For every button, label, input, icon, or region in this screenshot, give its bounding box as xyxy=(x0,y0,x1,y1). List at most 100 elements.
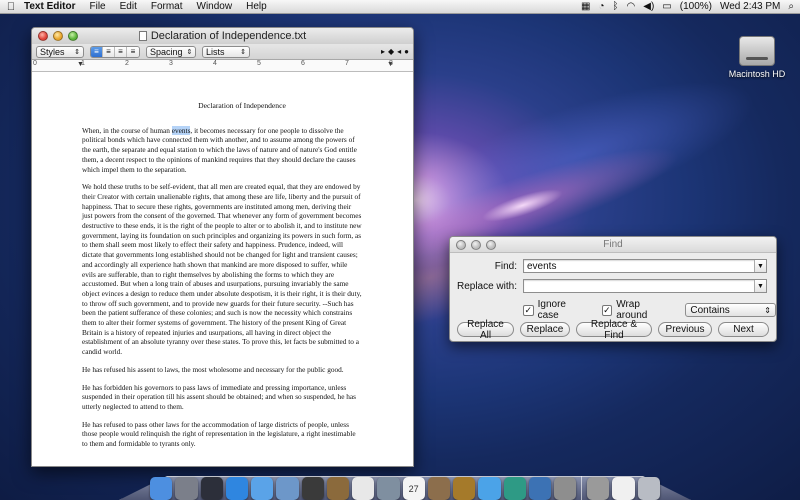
app-store-icon[interactable] xyxy=(225,477,249,500)
find-panel: Find Find: events ▼ Replace with: ▼ ✓ Ig… xyxy=(449,236,777,342)
downloads-icon[interactable] xyxy=(587,477,610,500)
preview-icon[interactable] xyxy=(427,477,451,500)
tab-stop-right-icon[interactable]: ◂ xyxy=(397,47,401,56)
styles-label: Styles xyxy=(40,46,65,57)
launchpad-icon[interactable] xyxy=(175,477,198,500)
menu-clock[interactable]: Wed 2:43 PM xyxy=(720,1,780,12)
apple-menu-icon[interactable]:  xyxy=(0,1,22,13)
drive-label: Macintosh HD xyxy=(728,69,786,79)
ignore-case-checkbox[interactable]: ✓ Ignore case xyxy=(523,299,588,321)
window-title-text: Declaration of Independence.txt xyxy=(150,30,307,42)
match-mode-select[interactable]: Contains ⇕ xyxy=(685,303,776,317)
itunes-icon[interactable] xyxy=(478,477,501,500)
tab-stop-center-icon[interactable]: ◆ xyxy=(388,47,394,56)
time-machine-icon[interactable] xyxy=(503,477,526,500)
replace-label: Replace with: xyxy=(456,280,517,292)
paragraph: When, in the course of human events, it … xyxy=(82,125,362,175)
editor-window: Declaration of Independence.txt Styles ⇕… xyxy=(31,27,414,467)
ruler-number: 2 xyxy=(125,60,129,67)
text-run: When, in the course of human xyxy=(82,125,172,135)
options-row: ✓ Ignore case ✓ Wrap around Contains ⇕ xyxy=(523,299,776,321)
menu-edit[interactable]: Edit xyxy=(120,1,137,12)
lists-popup[interactable]: Lists ⇕ xyxy=(202,45,250,58)
ruler-number: 8 xyxy=(389,60,393,67)
dock-separator xyxy=(581,476,583,500)
document-icon xyxy=(138,31,147,41)
road-icon[interactable] xyxy=(377,477,400,500)
align-left-button[interactable]: ≡ xyxy=(91,46,103,57)
find-buttons: Replace All Replace Replace & Find Previ… xyxy=(457,319,769,341)
grid-status-icon[interactable]: ▦ xyxy=(581,1,590,12)
updown-arrow-icon: ⇕ xyxy=(240,48,246,56)
ruler-number: 5 xyxy=(257,60,261,67)
replace-all-button[interactable]: Replace All xyxy=(457,319,514,341)
paragraph: He has refused to pass other laws for th… xyxy=(82,419,356,449)
ruler[interactable]: ▼ ▼ 0 1 2 3 4 5 6 7 8 xyxy=(32,60,413,72)
wifi-icon[interactable]: ◠ xyxy=(627,1,636,12)
mail-icon[interactable] xyxy=(276,477,299,500)
chevron-down-icon[interactable]: ▼ xyxy=(754,260,766,272)
spotlight-icon[interactable]: ⌕ xyxy=(788,1,794,12)
find-label: Find: xyxy=(494,260,517,272)
find-row: Find: events ▼ xyxy=(450,259,767,273)
spacing-popup[interactable]: Spacing ⇕ xyxy=(146,45,196,58)
highlighted-match: events xyxy=(171,125,191,135)
ruler-number: 4 xyxy=(213,60,217,67)
format-toolbar: Styles ⇕ ≡ ≡ ≡ ≡ Spacing ⇕ Lists ⇕ ▸ ◆ ◂… xyxy=(32,44,413,60)
align-justify-button[interactable]: ≡ xyxy=(115,46,127,57)
replace-combo: ▼ xyxy=(523,279,767,293)
next-button[interactable]: Next xyxy=(718,322,769,337)
iphoto-icon[interactable] xyxy=(453,477,476,500)
menu-format[interactable]: Format xyxy=(151,1,183,12)
document-icon[interactable] xyxy=(612,477,635,500)
find-combo: events ▼ xyxy=(523,259,767,273)
alignment-control: ≡ ≡ ≡ ≡ xyxy=(90,45,140,58)
match-mode-value: Contains xyxy=(690,304,730,316)
bluetooth-icon[interactable]: ᛒ xyxy=(613,1,619,12)
menu-help[interactable]: Help xyxy=(246,1,267,12)
finder-icon[interactable] xyxy=(150,477,173,500)
ruler-number: 0 xyxy=(33,60,37,67)
checkmark-icon: ✓ xyxy=(601,304,613,316)
document-text-area[interactable]: Declaration of Independence When, in the… xyxy=(32,72,362,449)
updown-arrow-icon: ⇕ xyxy=(186,48,193,56)
macintosh-hd-icon[interactable]: Macintosh HD xyxy=(727,36,787,79)
system-preferences-icon[interactable] xyxy=(554,477,577,500)
menu-file[interactable]: File xyxy=(89,1,105,12)
find-input[interactable]: events xyxy=(524,261,754,272)
menu-window[interactable]: Window xyxy=(197,1,233,12)
updown-arrow-icon: ⇕ xyxy=(74,48,80,56)
replace-and-find-button[interactable]: Replace & Find xyxy=(576,319,652,341)
tab-stop-decimal-icon[interactable]: ● xyxy=(404,47,409,56)
chevron-down-icon[interactable]: ▼ xyxy=(754,280,766,292)
volume-icon[interactable]: ◀) xyxy=(643,1,654,12)
find-titlebar[interactable]: Find xyxy=(450,237,776,253)
mission-control-icon[interactable] xyxy=(200,477,223,500)
replace-button[interactable]: Replace xyxy=(520,322,570,337)
ical-icon[interactable]: 27 xyxy=(402,477,425,500)
paragraph: He has forbidden his governors to pass l… xyxy=(82,382,356,411)
textedit-icon[interactable] xyxy=(352,477,375,500)
xcode-icon[interactable] xyxy=(528,477,552,500)
facetime-icon[interactable] xyxy=(301,477,324,500)
paragraph: We hold these truths to be self-evident,… xyxy=(82,182,362,357)
previous-button[interactable]: Previous xyxy=(658,322,712,337)
lists-label: Lists xyxy=(206,46,225,57)
align-right-button[interactable]: ≡ xyxy=(127,46,139,57)
address-book-icon[interactable] xyxy=(326,477,350,500)
battery-icon[interactable]: ▭ xyxy=(662,1,671,12)
ruler-number: 1 xyxy=(81,60,85,67)
styles-popup[interactable]: Styles ⇕ xyxy=(36,45,84,58)
ignore-case-label: Ignore case xyxy=(537,299,566,321)
align-center-button[interactable]: ≡ xyxy=(103,46,115,57)
window-title: Declaration of Independence.txt xyxy=(32,30,413,42)
editor-titlebar[interactable]: Declaration of Independence.txt xyxy=(32,28,413,44)
tab-stop-left-icon[interactable]: ▸ xyxy=(381,47,385,56)
ruler-number: 7 xyxy=(345,60,349,67)
timer-status-icon[interactable]: ◔ xyxy=(598,1,604,12)
paragraph: He has refused his assent to laws, the m… xyxy=(82,364,344,374)
safari-icon[interactable] xyxy=(251,477,274,500)
ruler-number: 6 xyxy=(301,60,305,67)
app-menu[interactable]: Text Editor xyxy=(24,1,75,12)
trash-icon[interactable] xyxy=(637,477,660,500)
